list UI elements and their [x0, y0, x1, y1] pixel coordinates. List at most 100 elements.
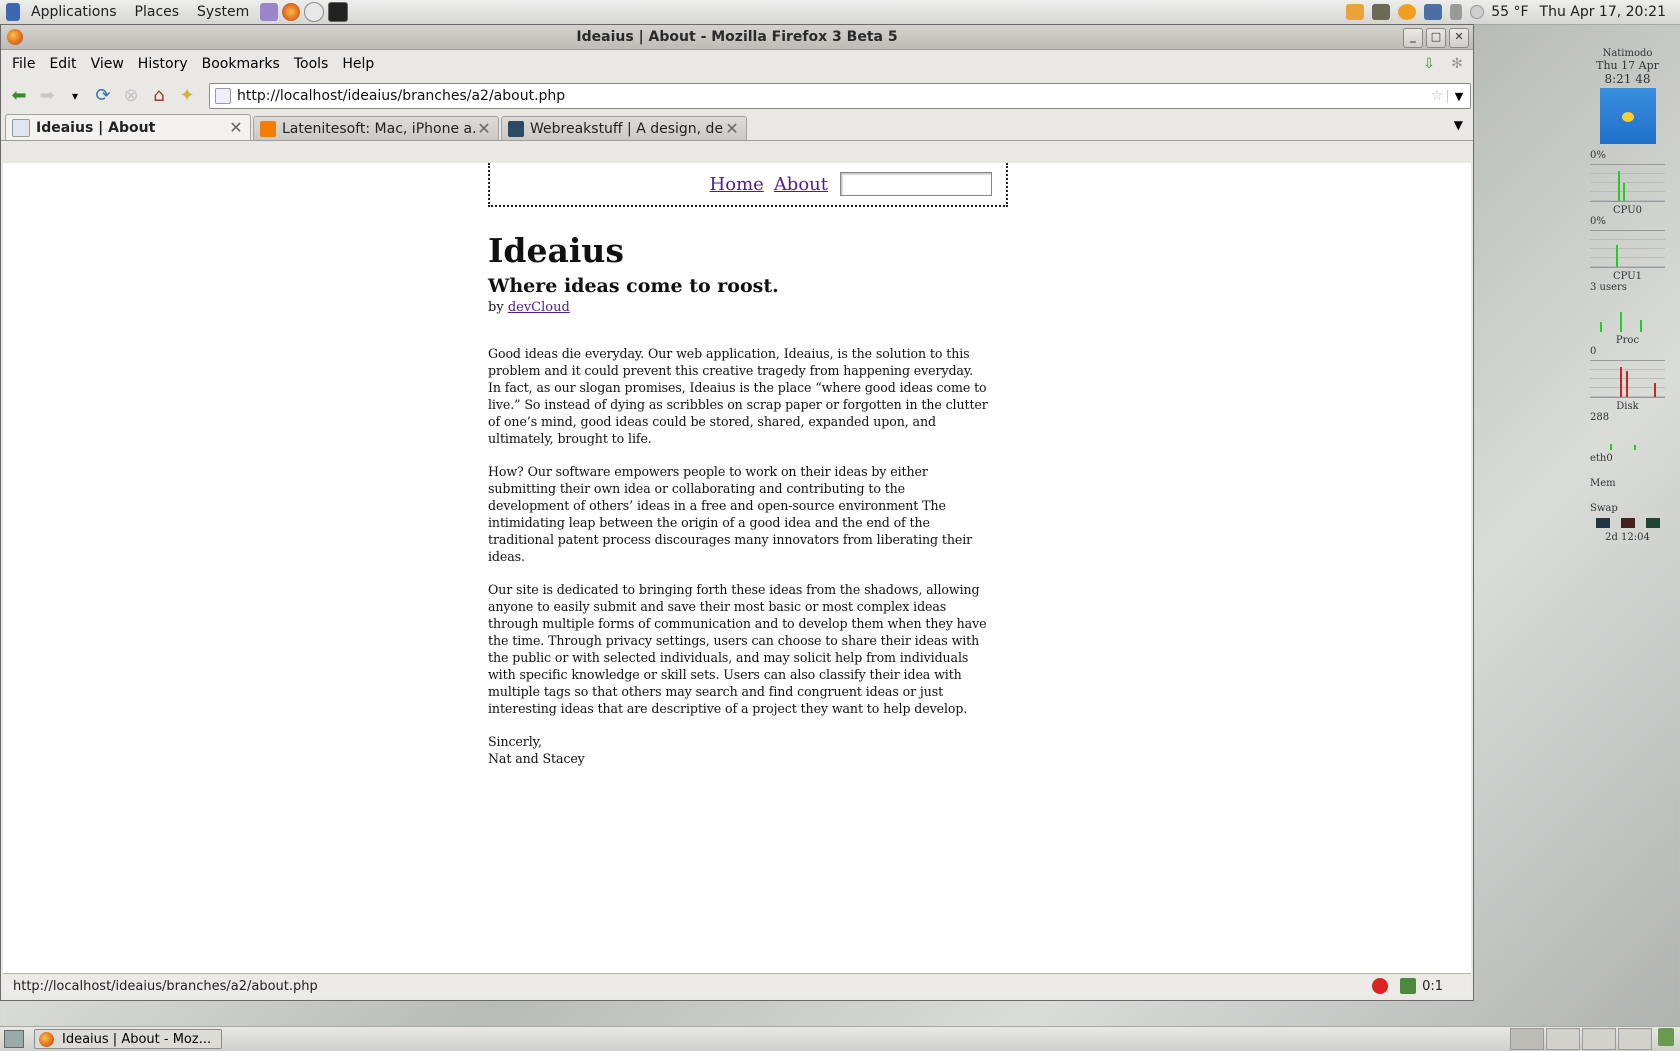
tab-bar: Ideaius | About ✕ Latenitesoft: Mac, iPh…	[1, 114, 1473, 141]
system-monitor-desklet: Natimodo Thu 17 Apr 8:21 48 0% CPU0 0% C…	[1590, 48, 1665, 543]
gnome-foot-icon[interactable]	[6, 3, 20, 21]
list-all-tabs-icon[interactable]: ▼	[1454, 118, 1463, 132]
url-input[interactable]	[237, 88, 1427, 104]
back-button[interactable]: ⬅	[7, 84, 31, 108]
terminal-icon[interactable]	[328, 2, 349, 22]
desklet-status-boxes	[1590, 518, 1665, 528]
pidgin-icon[interactable]	[260, 3, 279, 21]
paragraph-2: How? Our software empowers people to wor…	[488, 464, 973, 564]
firefox-window-icon[interactable]	[7, 29, 23, 45]
label-mem: Mem	[1590, 478, 1616, 489]
site-identity-icon[interactable]	[215, 88, 231, 104]
users-icon[interactable]	[1372, 4, 1391, 20]
bottom-panel: Ideaius | About - Moz...	[0, 1026, 1680, 1051]
desklet-date: Thu 17 Apr	[1596, 59, 1659, 72]
applications-menu[interactable]: Applications	[22, 0, 126, 24]
throbber-icon: ✻	[1451, 56, 1463, 72]
download-icon[interactable]: ⇩	[1417, 52, 1441, 76]
reload-button[interactable]: ⟳	[91, 84, 115, 108]
nav-about-link[interactable]: About	[774, 174, 828, 195]
firefox-window: Ideaius | About - Mozilla Firefox 3 Beta…	[0, 24, 1474, 1001]
menu-view[interactable]: View	[84, 56, 131, 72]
desklet-uptime: 2d 12:04	[1605, 532, 1650, 543]
system-tray: 55 °F Thu Apr 17, 20:21	[1342, 0, 1680, 24]
adblock-icon[interactable]	[1372, 978, 1389, 994]
menu-file[interactable]: File	[5, 56, 42, 72]
system-menu[interactable]: System	[188, 0, 258, 24]
label-cpu1: CPU1	[1613, 271, 1642, 282]
menu-edit[interactable]: Edit	[42, 56, 83, 72]
byline-prefix: by	[488, 300, 504, 315]
close-tab-icon[interactable]: ✕	[476, 119, 492, 138]
tab-latenitesoft[interactable]: Latenitesoft: Mac, iPhone a... ✕	[253, 116, 499, 140]
workspace-1[interactable]	[1510, 1028, 1544, 1050]
menu-bookmarks[interactable]: Bookmarks	[195, 56, 287, 72]
workspace-switcher	[1508, 1028, 1674, 1050]
status-box-n	[1595, 518, 1610, 528]
trash-icon[interactable]	[1658, 1028, 1674, 1046]
paragraph-1: Good ideas die everyday. Our web applica…	[488, 346, 988, 446]
paragraph-3: Our site is dedicated to bringing forth …	[488, 582, 987, 716]
site-nav: Home About	[488, 163, 1008, 207]
site-title: Ideaius	[488, 231, 624, 270]
firefox-icon[interactable]	[282, 3, 301, 21]
label-eth0: eth0	[1590, 453, 1613, 464]
cpu1-graph	[1590, 296, 1665, 332]
desklet-time: 8:21 48	[1604, 72, 1651, 86]
nav-home-link[interactable]: Home	[710, 174, 764, 195]
page-viewport: Home About Ideaius Where ideas come to r…	[3, 163, 1471, 998]
menu-tools[interactable]: Tools	[287, 56, 336, 72]
label-proc: Proc	[1615, 335, 1640, 346]
volume-icon[interactable]	[1450, 4, 1463, 20]
taskbar-button-firefox[interactable]: Ideaius | About - Moz...	[34, 1029, 222, 1049]
forward-button[interactable]: ➡	[35, 84, 59, 108]
status-box-c	[1620, 518, 1635, 528]
disk-graph	[1590, 426, 1665, 450]
label-users: 3 users	[1590, 282, 1627, 293]
close-window-button[interactable]: ✕	[1449, 28, 1469, 48]
home-button[interactable]: ⌂	[147, 84, 171, 108]
maximize-button[interactable]: □	[1426, 28, 1446, 48]
update-icon[interactable]	[1398, 4, 1417, 20]
mail-icon[interactable]	[304, 2, 325, 22]
url-dropdown-icon[interactable]: ▼	[1447, 89, 1470, 103]
label-cpu-0-pct: 0%	[1590, 150, 1606, 161]
tab-ideaius-about[interactable]: Ideaius | About ✕	[5, 114, 251, 140]
workspace-4[interactable]	[1618, 1028, 1652, 1050]
site-container: Home About Ideaius Where ideas come to r…	[488, 163, 1010, 767]
site-search-input[interactable]	[840, 172, 992, 196]
about-body: Good ideas die everyday. Our web applica…	[488, 345, 1010, 767]
url-bar[interactable]: ☆ ▼	[209, 83, 1471, 109]
bookmark-page-star-icon[interactable]: ☆	[1427, 88, 1447, 104]
key-icon[interactable]	[1346, 4, 1365, 20]
weather-duck-icon	[1599, 88, 1656, 144]
site-slogan: Where ideas come to roost.	[488, 275, 779, 297]
close-tab-icon[interactable]: ✕	[724, 119, 740, 138]
wordpress-icon	[508, 120, 524, 137]
stop-button[interactable]: ⊗	[119, 84, 143, 108]
close-tab-icon[interactable]: ✕	[228, 118, 244, 137]
minimize-button[interactable]: _	[1403, 28, 1423, 48]
signature: Nat and Stacey	[488, 751, 585, 766]
tab-webreakstuff[interactable]: Webreakstuff | A design, de... ✕	[501, 116, 747, 140]
menu-help[interactable]: Help	[335, 56, 381, 72]
desklet-name: Natimodo	[1602, 48, 1653, 59]
network-icon[interactable]	[1424, 4, 1443, 20]
workspace-3[interactable]	[1582, 1028, 1616, 1050]
clock[interactable]: Thu Apr 17, 20:21	[1540, 4, 1666, 20]
weather-temp[interactable]: 55 °F	[1491, 4, 1528, 20]
status-url: http://localhost/ideaius/branches/a2/abo…	[13, 978, 318, 994]
bookmark-star-icon[interactable]: ✦	[175, 84, 199, 108]
show-desktop-icon[interactable]	[4, 1030, 24, 1048]
extension-status-icon[interactable]	[1400, 978, 1417, 994]
cpu-graph	[1590, 164, 1665, 202]
author-link[interactable]: devCloud	[508, 300, 570, 315]
menu-history[interactable]: History	[131, 56, 195, 72]
closing: Sincerly,	[488, 734, 542, 749]
weather-icon[interactable]	[1470, 5, 1485, 19]
title-bar[interactable]: Ideaius | About - Mozilla Firefox 3 Beta…	[1, 25, 1473, 50]
label-disk: Disk	[1616, 401, 1639, 412]
workspace-2[interactable]	[1546, 1028, 1580, 1050]
places-menu[interactable]: Places	[126, 0, 189, 24]
history-dropdown-icon[interactable]: ▾	[63, 84, 87, 108]
